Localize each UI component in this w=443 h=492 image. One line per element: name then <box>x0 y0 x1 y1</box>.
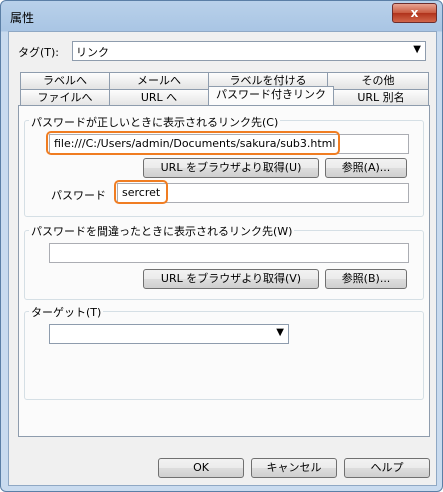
password-label: パスワード <box>51 189 106 202</box>
correct-link-highlight <box>46 131 340 155</box>
tag-label: タグ(T): <box>18 46 60 59</box>
dialog-client: タグ(T): リンク ▼ ラベルへ メールへ ラベルを付ける その他 ファイルへ… <box>8 31 437 486</box>
wrong-link-title: パスワードを間違ったときに表示されるリンク先(W) <box>29 223 295 239</box>
help-button[interactable]: ヘルプ <box>344 458 430 478</box>
tab-password-link[interactable]: パスワード付きリンク <box>208 86 334 105</box>
tag-select[interactable]: リンク ▼ <box>72 41 426 61</box>
wrong-link-input[interactable] <box>49 243 409 263</box>
correct-browse-button[interactable]: 参照(A)... <box>325 158 407 178</box>
target-select[interactable]: ▼ <box>49 324 289 344</box>
properties-dialog: 属性 x タグ(T): リンク ▼ ラベルへ メールへ ラベルを付ける その他 … <box>0 0 443 492</box>
title-bar[interactable]: 属性 x <box>1 1 442 31</box>
dialog-title: 属性 <box>10 11 35 25</box>
wrong-browse-button[interactable]: 参照(B)... <box>325 269 407 289</box>
target-title: ターゲット(T) <box>29 304 104 320</box>
wrong-browser-url-button[interactable]: URL をブラウザより取得(V) <box>143 269 319 289</box>
correct-browser-url-button[interactable]: URL をブラウザより取得(U) <box>143 158 319 178</box>
tab-label-to[interactable]: ラベルへ <box>20 72 110 89</box>
password-highlight <box>114 180 168 204</box>
wrong-link-group <box>24 230 424 300</box>
tab-mail-to[interactable]: メールへ <box>109 72 209 89</box>
tab-url-alias[interactable]: URL 別名 <box>333 89 429 106</box>
tab-other[interactable]: その他 <box>327 72 429 89</box>
chevron-down-icon: ▼ <box>413 44 421 55</box>
close-button[interactable]: x <box>392 3 437 23</box>
chevron-down-icon: ▼ <box>276 327 284 338</box>
correct-link-title: パスワードが正しいときに表示されるリンク先(C) <box>29 114 281 130</box>
ok-button[interactable]: OK <box>158 458 244 478</box>
tab-to-file[interactable]: ファイルへ <box>20 89 110 106</box>
tab-to-url[interactable]: URL へ <box>109 89 209 106</box>
tag-select-value: リンク <box>76 46 109 59</box>
tab-panel-password-link: パスワードが正しいときに表示されるリンク先(C) file:///C:/User… <box>18 105 430 437</box>
cancel-button[interactable]: キャンセル <box>251 458 337 478</box>
